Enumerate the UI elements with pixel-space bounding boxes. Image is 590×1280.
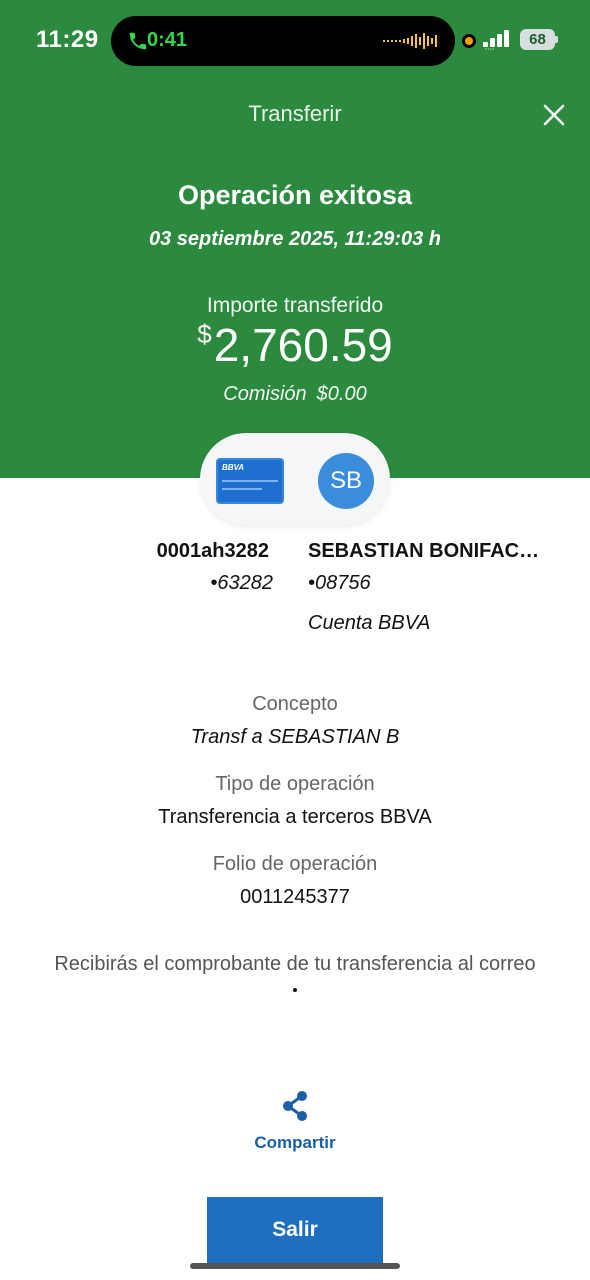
recipient-account-type: Cuenta BBVA bbox=[308, 612, 431, 634]
amount-value: 2,760.59 bbox=[213, 319, 393, 371]
recipient-name: SEBASTIAN BONIFAC… bbox=[308, 540, 540, 562]
signal-icon: • • • • bbox=[483, 30, 509, 50]
operation-type-value: Transferencia a terceros BBVA bbox=[158, 806, 432, 828]
folio-value: 0011245377 bbox=[240, 886, 350, 908]
recipient-avatar: SB bbox=[318, 453, 374, 509]
home-indicator[interactable] bbox=[190, 1263, 400, 1269]
operation-type-label: Tipo de operación bbox=[215, 773, 375, 795]
battery-level: 68 bbox=[520, 29, 555, 50]
dynamic-island[interactable]: 0:41 bbox=[111, 16, 455, 66]
transfer-parties-pill: BBVA SB bbox=[200, 433, 390, 525]
amount-label: Importe transferido bbox=[206, 294, 384, 317]
phone-icon bbox=[129, 32, 147, 50]
notice-bullet bbox=[293, 988, 297, 992]
concept-label: Concepto bbox=[252, 693, 338, 715]
recording-indicator bbox=[462, 34, 476, 48]
share-label: Compartir bbox=[254, 1133, 336, 1152]
currency-symbol: $ bbox=[197, 319, 212, 349]
share-button[interactable]: Compartir bbox=[245, 1090, 345, 1160]
battery-indicator: 68 bbox=[520, 29, 558, 50]
card-brand: BBVA bbox=[222, 463, 245, 472]
commission-value: $0.00 bbox=[316, 383, 367, 405]
page-title: Transferir bbox=[248, 101, 342, 126]
commission: Comisión $0.00 bbox=[0, 383, 590, 406]
close-icon[interactable] bbox=[540, 101, 568, 129]
battery-tip bbox=[555, 36, 558, 43]
folio-label: Folio de operación bbox=[212, 853, 378, 875]
origin-account-number: •63282 bbox=[210, 572, 273, 594]
card-stripe bbox=[222, 488, 262, 490]
status-time: 11:29 bbox=[36, 26, 99, 53]
recipient-account-number: •08756 bbox=[308, 572, 371, 594]
share-icon bbox=[283, 1091, 307, 1121]
concept-value: Transf a SEBASTIAN B bbox=[190, 726, 400, 748]
call-timer: 0:41 bbox=[147, 29, 188, 51]
origin-account-name: 0001ah3282 bbox=[156, 540, 269, 562]
success-title: Operación exitosa bbox=[177, 180, 413, 210]
commission-label: Comisión bbox=[223, 383, 307, 405]
card-stripe bbox=[222, 480, 278, 482]
audio-waveform-icon bbox=[383, 33, 437, 49]
operation-datetime: 03 septiembre 2025, 11:29:03 h bbox=[148, 228, 442, 250]
card-icon: BBVA bbox=[216, 458, 284, 504]
svg-text:• • • •: • • • • bbox=[485, 46, 495, 50]
email-notice: Recibirás el comprobante de tu transfere… bbox=[54, 953, 536, 975]
exit-button[interactable]: Salir bbox=[207, 1197, 383, 1263]
transferred-amount: $2,760.59 bbox=[0, 318, 590, 372]
